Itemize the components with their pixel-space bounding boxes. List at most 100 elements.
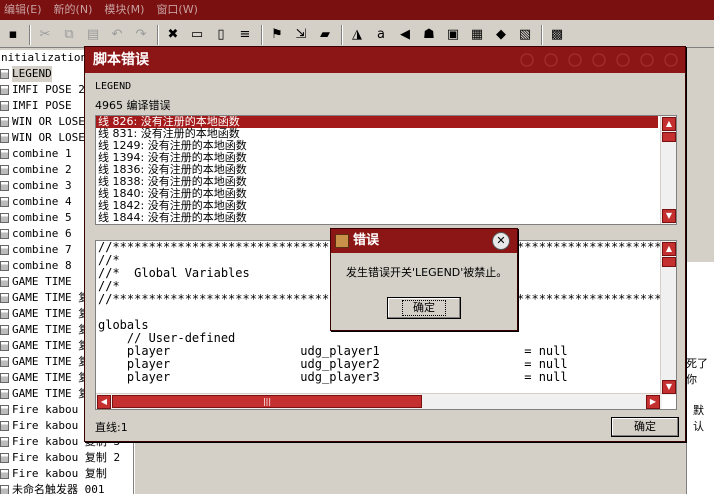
tree-item[interactable]: Fire kabou 复制 2 (0, 450, 133, 466)
scroll-up-icon[interactable]: ▲ (662, 242, 676, 256)
trigger-icon (0, 469, 9, 479)
error-list-item[interactable]: 线 1844: 没有注册的本地函数 (96, 212, 658, 224)
delete-icon[interactable]: ✖ (162, 24, 184, 46)
right-panel-default-label: 默认 (693, 404, 704, 433)
scroll-right-icon[interactable]: ▶ (646, 395, 660, 409)
save-icon[interactable]: ▪ (2, 24, 24, 46)
error-list[interactable]: 线 826: 没有注册的本地函数线 831: 没有注册的本地函数线 1249: … (95, 115, 677, 225)
trigger-icon (0, 229, 9, 239)
sound-icon[interactable]: ◀ (394, 24, 416, 46)
trigger-icon (0, 325, 9, 335)
ability-icon[interactable]: ▦ (466, 24, 488, 46)
cut-icon[interactable]: ✂ (34, 24, 56, 46)
error-count: 4965 编译错误 (95, 99, 171, 112)
list-icon[interactable]: ≡ (234, 24, 256, 46)
trigger-icon (0, 213, 9, 223)
scroll-thumb[interactable]: ||| (112, 395, 422, 408)
scroll-left-icon[interactable]: ◀ (97, 395, 111, 409)
trigger-icon (0, 293, 9, 303)
new-file-icon[interactable]: ▯ (210, 24, 232, 46)
menu-bar: 编辑(E) 新的(N) 模块(M) 窗口(W) (0, 0, 714, 20)
menu-item[interactable]: 窗口(W) (150, 0, 203, 20)
tree-item[interactable]: 未命名触发器 001 (0, 482, 133, 494)
popup-ok-button[interactable]: 确定 (387, 297, 461, 319)
code-vscrollbar[interactable]: ▲ ▼ (660, 241, 676, 395)
scroll-thumb[interactable] (662, 132, 676, 142)
trigger-icon (0, 421, 9, 431)
tree-item[interactable]: Fire kabou 复制 (0, 466, 133, 482)
trigger-icon (0, 389, 9, 399)
tree-item-label: combine 8 (12, 259, 72, 272)
tree-item-label: LEGEND (12, 66, 52, 82)
popup-title: 错误 (353, 233, 380, 248)
scroll-down-icon[interactable]: ▼ (662, 209, 676, 223)
dialog-title-bar[interactable]: 脚本错误 (85, 47, 685, 73)
trigger-icon (0, 277, 9, 287)
toolbar-separator (541, 24, 543, 45)
menu-item[interactable]: 新的(N) (48, 0, 99, 20)
tree-item-label: combine 3 (12, 179, 72, 192)
tree-item-label: Fire kabou 复制 2 (12, 451, 121, 464)
text-icon[interactable]: a (370, 24, 392, 46)
menu-item[interactable]: 模块(M) (98, 0, 150, 20)
tree-item-label: combine 4 (12, 195, 72, 208)
popup-ok-label: 确定 (402, 300, 446, 316)
error-list-scrollbar[interactable]: ▲ ▼ (660, 116, 676, 224)
flag-icon[interactable]: ⚑ (266, 24, 288, 46)
right-panel-text: 死了你 (686, 357, 708, 386)
undo-icon[interactable]: ↶ (106, 24, 128, 46)
toolbar-separator (341, 24, 343, 45)
trigger-icon (0, 117, 9, 127)
status-line: 直线:1 (95, 421, 128, 434)
trigger-icon (0, 373, 9, 383)
toolbar-separator (157, 24, 159, 45)
trigger-icon (0, 85, 9, 95)
trigger-icon (0, 453, 9, 463)
trigger-icon (0, 245, 9, 255)
scroll-up-icon[interactable]: ▲ (662, 117, 676, 131)
folder-icon[interactable]: ▭ (186, 24, 208, 46)
tree-item-label: combine 6 (12, 227, 72, 240)
map-icon[interactable]: ▧ (514, 24, 536, 46)
trigger-icon (0, 261, 9, 271)
trigger-icon (0, 405, 9, 415)
popup-title-bar[interactable]: 错误 (331, 229, 517, 253)
clapper-icon[interactable]: ▰ (314, 24, 336, 46)
code-line: player udg_player3 = null (98, 370, 568, 384)
tree-item-label: WIN OR LOSE (12, 131, 85, 144)
terrain-icon[interactable]: ◮ (346, 24, 368, 46)
tree-item-label: WIN OR LOSE (12, 115, 85, 128)
unit-icon[interactable]: ☗ (418, 24, 440, 46)
trigger-icon (0, 149, 9, 159)
trigger-icon (0, 165, 9, 175)
tree-item-label: combine 5 (12, 211, 72, 224)
ok-button[interactable]: 确定 (611, 417, 679, 437)
trigger-icon (0, 69, 9, 79)
popup-message: 发生错误开关'LEGEND'被禁止。 (346, 266, 508, 279)
trigger-icon (0, 101, 9, 111)
test-map-icon[interactable]: ▩ (546, 24, 568, 46)
import-icon[interactable]: ⇲ (290, 24, 312, 46)
tree-item-label: GAME TIME (12, 275, 72, 288)
item-icon[interactable]: ◆ (490, 24, 512, 46)
tree-item-label: IMFI POSE (12, 99, 72, 112)
object-icon[interactable]: ▣ (442, 24, 464, 46)
toolbar-separator (261, 24, 263, 45)
tree-item-label: nitialization (1, 51, 88, 64)
trigger-icon (0, 181, 9, 191)
scroll-thumb[interactable] (662, 257, 676, 267)
copy-icon[interactable]: ⧉ (58, 24, 80, 46)
redo-icon[interactable]: ↷ (130, 24, 152, 46)
trigger-icon (0, 309, 9, 319)
tree-item-label: combine 2 (12, 163, 72, 176)
scroll-down-icon[interactable]: ▼ (662, 380, 676, 394)
app-icon (335, 234, 349, 248)
code-hscrollbar[interactable]: ◀ ||| ▶ (96, 393, 662, 409)
paste-icon[interactable]: ▤ (82, 24, 104, 46)
trigger-icon (0, 437, 9, 447)
toolbar-separator (29, 24, 31, 45)
menu-item[interactable]: 编辑(E) (0, 0, 48, 20)
tree-item-label: IMFI POSE 2 (12, 83, 85, 96)
trigger-name: LEGEND (95, 81, 132, 92)
close-icon[interactable]: ✕ (492, 232, 510, 250)
